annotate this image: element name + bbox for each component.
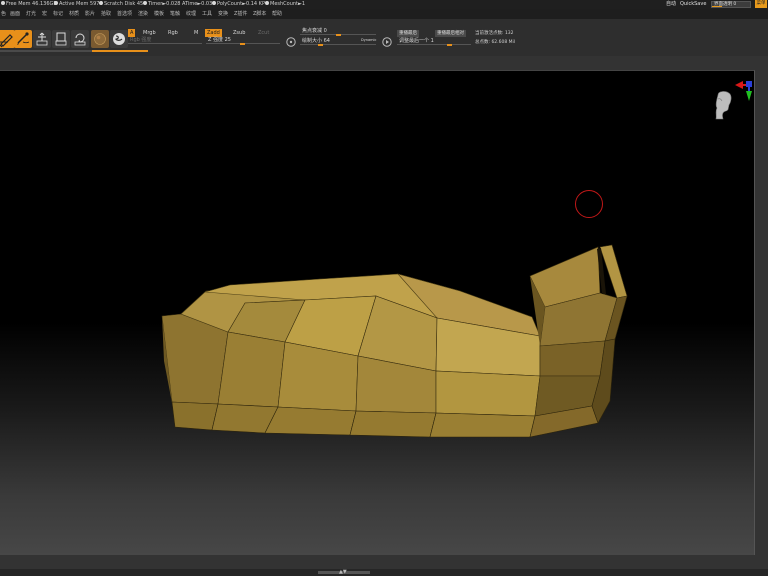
slider-knob bbox=[240, 43, 245, 45]
slider-track bbox=[397, 44, 471, 45]
transparency-slider-fill bbox=[712, 6, 722, 7]
move-tool-button[interactable] bbox=[33, 30, 51, 48]
interface-transparency-slider[interactable]: 界面透明 0 bbox=[711, 1, 751, 8]
status-bar: Free Mem 46.136GB Active Mem 5974 Scratc… bbox=[0, 0, 768, 9]
status-dot-icon bbox=[212, 1, 216, 5]
canvas-area bbox=[0, 56, 768, 570]
rotate-icon bbox=[74, 33, 86, 46]
slider-track bbox=[128, 43, 202, 44]
status-dot-icon bbox=[99, 1, 103, 5]
navigation-head-gizmo[interactable] bbox=[705, 79, 754, 129]
rgb-intensity-slider[interactable]: Rgb 强度 bbox=[128, 37, 202, 45]
top-shelf: A Mrgb Rgb M Zadd Zsub Zcut Rgb 强度 Z 强度 … bbox=[0, 19, 768, 56]
menu-marker[interactable]: 标记 bbox=[53, 9, 63, 19]
replay-last-button[interactable]: 重播最后 bbox=[397, 30, 419, 37]
menu-document[interactable]: 画面 bbox=[10, 9, 20, 19]
menu-tool[interactable]: 工具 bbox=[202, 9, 212, 19]
rotate-tool-button[interactable] bbox=[71, 30, 89, 48]
scale-icon bbox=[55, 32, 67, 46]
status-dot-icon bbox=[143, 1, 147, 5]
total-points-readout: 总点数: 62.608 Mil bbox=[475, 40, 516, 45]
menu-render[interactable]: 渲染 bbox=[138, 9, 148, 19]
shelf-divider bbox=[0, 50, 92, 52]
status-dot-icon bbox=[54, 1, 58, 5]
status-dot-icon bbox=[1, 1, 5, 5]
m-mode-button[interactable]: M bbox=[192, 29, 200, 37]
lazy-mouse-icon[interactable] bbox=[285, 33, 297, 47]
brush-alpha-button[interactable] bbox=[110, 30, 128, 48]
z-intensity-slider[interactable]: Z 强度 25 bbox=[206, 37, 280, 45]
zadd-button[interactable]: Zadd bbox=[205, 29, 222, 37]
scratch-disk-status: Scratch Disk 45 bbox=[99, 0, 143, 9]
dynamic-toggle[interactable]: Dynamic bbox=[361, 38, 376, 42]
quicksave-button[interactable]: QuickSave bbox=[680, 0, 706, 9]
rgb-mode-button[interactable]: Rgb bbox=[166, 29, 180, 37]
menu-transform[interactable]: 变换 bbox=[218, 9, 228, 19]
menu-preferences[interactable]: 首选项 bbox=[117, 9, 132, 19]
draw-brush-icon bbox=[17, 32, 30, 45]
menu-button[interactable]: 菜单 bbox=[755, 0, 767, 8]
zbrush-window: Free Mem 46.136GB Active Mem 5974 Scratc… bbox=[0, 0, 768, 576]
focal-shift-slider[interactable]: 焦点衰减 0 bbox=[300, 28, 376, 36]
menu-material[interactable]: 材质 bbox=[69, 9, 79, 19]
edit-icon bbox=[0, 34, 13, 48]
edit-tool-button[interactable] bbox=[0, 30, 15, 48]
adjust-last-slider[interactable]: 调整最后一个 1 bbox=[397, 38, 471, 46]
tray-toggle-icon[interactable]: ▲▼ bbox=[339, 569, 347, 576]
head-gizmo-icon bbox=[715, 81, 752, 120]
alpha-mode-button[interactable]: A bbox=[128, 29, 136, 37]
menu-movie[interactable]: 影片 bbox=[85, 9, 95, 19]
low-poly-mesh[interactable] bbox=[0, 71, 755, 555]
menu-stencil[interactable]: 模板 bbox=[154, 9, 164, 19]
menu-zscript[interactable]: Z脚本 bbox=[253, 9, 266, 19]
menu-picker[interactable]: 拾取 bbox=[101, 9, 111, 19]
replay-last-relative-button[interactable]: 重播最后相对 bbox=[435, 30, 466, 37]
scale-tool-button[interactable] bbox=[52, 30, 70, 48]
status-dot-icon bbox=[265, 1, 269, 5]
menu-texture[interactable]: 纹理 bbox=[186, 9, 196, 19]
material-sphere-button[interactable] bbox=[91, 30, 109, 48]
menu-help[interactable]: 帮助 bbox=[272, 9, 282, 19]
move-icon bbox=[36, 32, 48, 46]
material-icon bbox=[94, 33, 106, 45]
meshcount-status: MeshCount►1 bbox=[265, 0, 305, 9]
replay-icon[interactable] bbox=[381, 33, 393, 47]
active-mem-status: Active Mem 5974 bbox=[54, 0, 103, 9]
bottom-tray-bar: ▲▼ bbox=[0, 569, 768, 576]
slider-knob bbox=[336, 34, 341, 36]
polycount-status: PolyCount►0.14 KP bbox=[212, 0, 265, 9]
brush-alpha-icon bbox=[113, 33, 125, 45]
slider-knob bbox=[447, 44, 452, 46]
menu-macro[interactable]: 宏 bbox=[42, 9, 47, 19]
draw-tool-button[interactable] bbox=[14, 30, 32, 48]
slider-track bbox=[300, 44, 376, 45]
menu-zplugin[interactable]: Z插件 bbox=[234, 9, 247, 19]
slider-knob bbox=[318, 44, 323, 46]
document-canvas[interactable] bbox=[0, 70, 755, 555]
menu-color[interactable]: 色 bbox=[1, 9, 6, 19]
active-points-readout: 当前激活点数: 132 bbox=[475, 31, 514, 36]
mrgb-mode-button[interactable]: Mrgb bbox=[141, 29, 158, 37]
brush-cursor-circle bbox=[575, 190, 603, 218]
autosave-label[interactable]: 自动 bbox=[666, 0, 676, 9]
menu-light[interactable]: 灯光 bbox=[26, 9, 36, 19]
timer-status: Timer►0.028 ATime►0.034 bbox=[143, 0, 215, 9]
color-swatch-bar[interactable] bbox=[92, 50, 148, 52]
menu-bar: 色 画面 灯光 宏 标记 材质 影片 拾取 首选项 渲染 模板 笔触 纹理 工具… bbox=[0, 9, 768, 19]
free-mem-status: Free Mem 46.136GB bbox=[1, 0, 57, 9]
zsub-button[interactable]: Zsub bbox=[231, 29, 247, 37]
zcut-button[interactable]: Zcut bbox=[256, 29, 271, 37]
menu-stroke[interactable]: 笔触 bbox=[170, 9, 180, 19]
